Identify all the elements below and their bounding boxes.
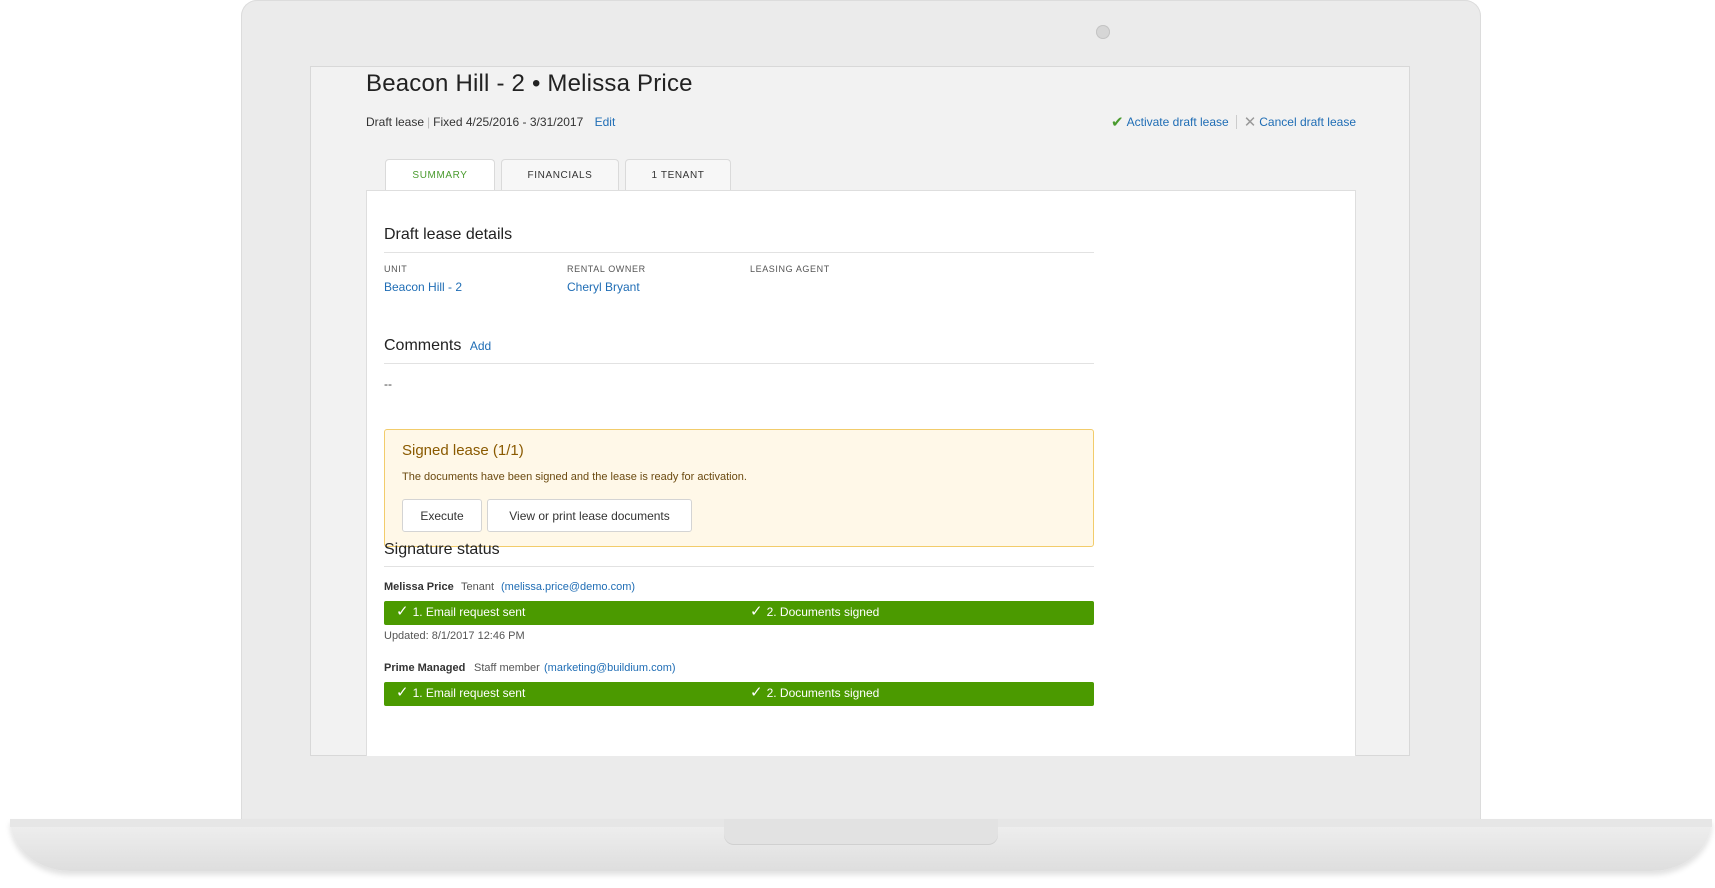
step-label: 1. Email request sent [412,686,526,700]
signer-name: Prime Managed [384,662,466,674]
check-icon: ✓ [396,684,409,701]
step-label: 2. Documents signed [766,605,880,619]
step-label: 1. Email request sent [412,605,526,619]
signer-email-link[interactable]: (melissa.price@demo.com) [501,581,635,593]
tab-tenant[interactable]: 1 TENANT [625,159,731,190]
unit-link[interactable]: Beacon Hill - 2 [384,280,462,294]
tab-summary[interactable]: SUMMARY [385,159,495,191]
check-icon: ✓ [750,684,763,701]
edit-link[interactable]: Edit [595,115,616,129]
tab-financials[interactable]: FINANCIALS [501,159,619,190]
signer-name: Melissa Price [384,581,454,593]
step-email-request-sent: ✓ 1. Email request sent [396,684,526,701]
tab-bar: SUMMARY FINANCIALS 1 TENANT [385,159,737,191]
comments-section: Comments Add [384,337,491,355]
rental-owner-label: RENTAL OWNER [567,264,646,274]
view-lease-documents-button[interactable]: View or print lease documents [487,499,692,532]
divider [384,252,1094,253]
app-screen: Beacon Hill - 2 • Melissa Price Draft le… [310,66,1410,756]
check-icon: ✓ [750,603,763,620]
lease-summary-line: Draft lease | Fixed 4/25/2016 - 3/31/2017 … [366,115,615,129]
check-icon: ✔ [1111,114,1124,131]
step-documents-signed: ✓ 2. Documents signed [750,684,880,701]
page-title: Beacon Hill - 2 • Melissa Price [366,70,693,97]
signer-email-link[interactable]: (marketing@buildium.com) [544,662,676,674]
step-documents-signed: ✓ 2. Documents signed [750,603,880,620]
comments-title: Comments [384,337,462,354]
unit-label: UNIT [384,264,408,274]
step-email-request-sent: ✓ 1. Email request sent [396,603,526,620]
step-label: 2. Documents signed [766,686,880,700]
laptop-notch [724,819,998,845]
signature-progress-bar: ✓ 1. Email request sent ✓ 2. Documents s… [384,682,1094,706]
draft-lease-details-title: Draft lease details [384,226,513,243]
divider [384,566,1094,567]
activate-draft-lease-button[interactable]: ✔ Activate draft lease [1111,113,1229,131]
signed-lease-alert: Signed lease (1/1) The documents have be… [384,429,1094,547]
action-divider [1235,115,1237,129]
signer-role: Tenant [461,581,495,593]
execute-button[interactable]: Execute [402,499,482,532]
signature-progress-bar: ✓ 1. Email request sent ✓ 2. Documents s… [384,601,1094,625]
signed-lease-message: The documents have been signed and the l… [402,471,747,483]
cancel-draft-lease-label: Cancel draft lease [1259,115,1356,129]
updated-timestamp: Updated: 8/1/2017 12:46 PM [384,630,525,642]
lease-status: Draft lease [366,115,425,129]
camera-icon [1096,25,1110,39]
divider [384,363,1094,364]
signer-role: Staff member [474,662,540,674]
separator: | [427,115,431,129]
laptop-base [10,819,1712,871]
header-actions: ✔ Activate draft lease ✕ Cancel draft le… [1111,113,1356,131]
cancel-draft-lease-button[interactable]: ✕ Cancel draft lease [1244,113,1356,131]
comments-value: -- [384,377,392,391]
summary-panel: Draft lease details UNIT Beacon Hill - 2… [366,190,1356,756]
leasing-agent-label: LEASING AGENT [750,264,830,274]
check-icon: ✓ [396,603,409,620]
activate-draft-lease-label: Activate draft lease [1126,115,1229,129]
lease-term: Fixed 4/25/2016 - 3/31/2017 [433,115,584,129]
close-icon: ✕ [1243,114,1257,131]
signed-lease-title: Signed lease (1/1) [402,442,524,459]
signature-status-title: Signature status [384,541,500,558]
rental-owner-link[interactable]: Cheryl Bryant [567,280,640,294]
add-comment-link[interactable]: Add [470,339,491,353]
